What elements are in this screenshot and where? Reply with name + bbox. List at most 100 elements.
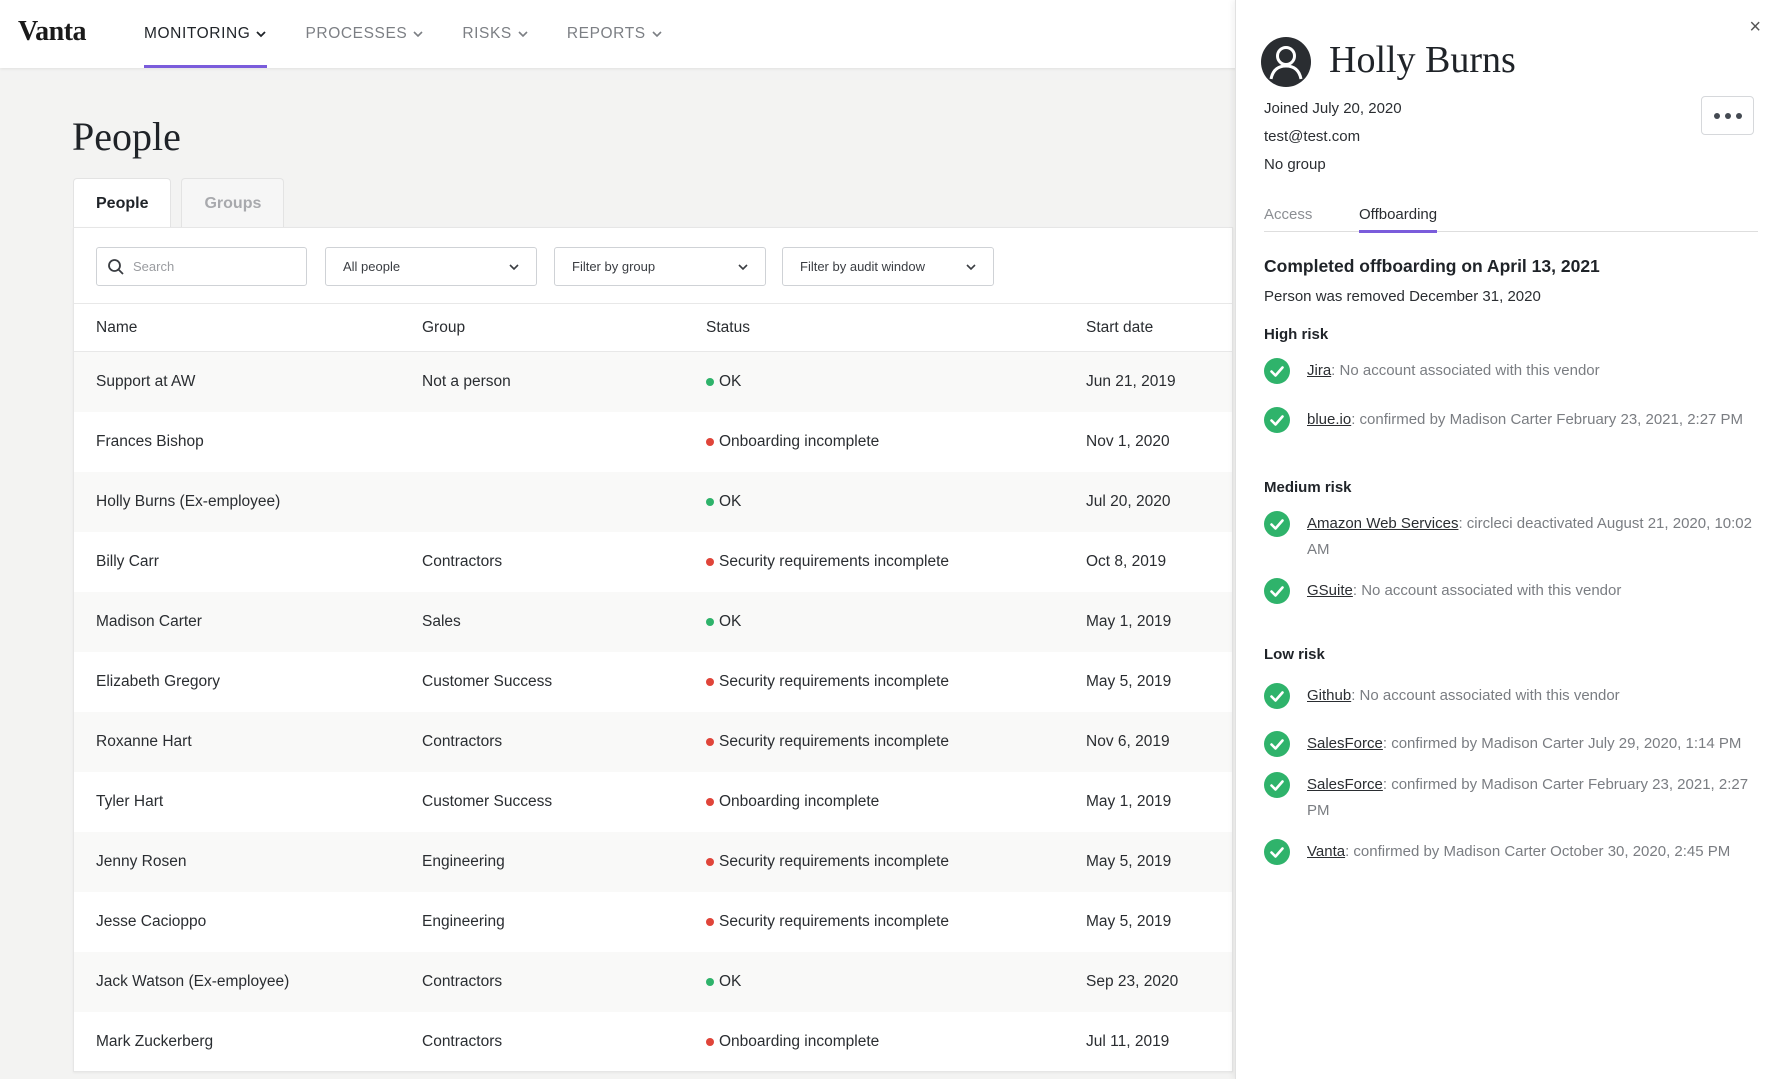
tab-people[interactable]: People — [73, 178, 172, 229]
audit-window-filter-select[interactable]: Filter by audit window — [782, 247, 994, 286]
offboarding-completed-heading: Completed offboarding on April 13, 2021 — [1264, 256, 1600, 276]
chevron-down-icon — [413, 31, 423, 38]
chevron-down-icon — [509, 263, 519, 270]
status-text: Onboarding incomplete — [719, 793, 880, 810]
nav-processes[interactable]: PROCESSES — [305, 0, 424, 68]
filter-bar: All people Filter by group Filter by aud… — [74, 228, 1232, 304]
cell-group: Contractors — [422, 733, 503, 750]
people-filter-select[interactable]: All people — [325, 247, 537, 286]
check-circle-icon — [1264, 772, 1290, 798]
status-dot-icon — [706, 678, 714, 686]
table-row[interactable]: Billy Carr Contractors Security requiremen… — [74, 532, 1232, 592]
cell-start-date: Jun 21, 2019 — [1086, 373, 1176, 390]
cell-start-date: May 5, 2019 — [1086, 913, 1172, 930]
cell-status: Security requirements incomplete — [706, 853, 949, 871]
tab-groups[interactable]: Groups — [181, 178, 285, 228]
table-row[interactable]: Holly Burns (Ex-employee) OK Jul 20, 2020 — [74, 472, 1232, 532]
search-input[interactable] — [133, 259, 293, 274]
dot — [1713, 112, 1720, 119]
search-box[interactable] — [96, 247, 307, 286]
table-row[interactable]: Jesse Cacioppo Engineering Security requir… — [74, 892, 1232, 952]
cell-status: Security requirements incomplete — [706, 553, 949, 571]
cell-start-date: May 5, 2019 — [1086, 673, 1172, 690]
page-tabs: People Groups — [73, 178, 294, 229]
vanta-logo[interactable]: Vanta — [18, 16, 87, 48]
check-circle-icon — [1264, 731, 1290, 757]
status-dot-icon — [706, 1038, 714, 1046]
cell-group: Engineering — [422, 853, 505, 870]
tab-offboarding[interactable]: Offboarding — [1359, 206, 1438, 233]
status-dot-icon — [706, 378, 714, 386]
status-dot-icon — [706, 978, 714, 986]
status-dot-icon — [706, 558, 714, 566]
table-row[interactable]: Support at AW Not a person OK Jun 21, 2019 — [74, 352, 1232, 412]
table-row[interactable]: Jack Watson (Ex-employee) Contractors OK Se… — [74, 952, 1232, 1012]
cell-status: Security requirements incomplete — [706, 733, 949, 751]
cell-name: Billy Carr — [96, 553, 159, 570]
column-header-name[interactable]: Name — [96, 319, 137, 337]
cell-start-date: Oct 8, 2019 — [1086, 553, 1167, 570]
table-row[interactable]: Frances Bishop Onboarding incomplete Nov 1… — [74, 412, 1232, 472]
status-text: Security requirements incomplete — [719, 913, 950, 930]
nav-risks-label: RISKS — [462, 25, 512, 42]
joined-date: Joined July 20, 2020 — [1264, 100, 1402, 117]
column-header-status[interactable]: Status — [706, 319, 750, 337]
check-circle-icon — [1264, 683, 1290, 709]
nav-risks[interactable]: RISKS — [462, 0, 529, 68]
nav-monitoring[interactable]: MONITORING — [144, 0, 268, 68]
vendor-item: Jira: No account associated with this ve… — [1264, 358, 1758, 384]
people-table-card: All people Filter by group Filter by aud… — [73, 227, 1233, 1072]
group-filter-select[interactable]: Filter by group — [554, 247, 766, 286]
audit-window-filter-value: Filter by audit window — [800, 259, 925, 274]
chevron-down-icon — [738, 263, 748, 270]
table-row[interactable]: Elizabeth Gregory Customer Success Securit… — [74, 652, 1232, 712]
table-row[interactable]: Tyler Hart Customer Success Onboarding inc… — [74, 772, 1232, 832]
cell-name: Madison Carter — [96, 613, 202, 630]
vendor-text: SalesForce: confirmed by Madison Carter … — [1307, 772, 1758, 824]
vendor-link[interactable]: SalesForce — [1307, 776, 1383, 793]
status-text: Onboarding incomplete — [719, 1033, 880, 1050]
vendor-link[interactable]: GSuite — [1307, 582, 1353, 599]
nav-reports[interactable]: REPORTS — [567, 0, 663, 68]
panel-tabs: Access Offboarding — [1264, 206, 1758, 233]
vendor-text: Vanta: confirmed by Madison Carter Octob… — [1307, 839, 1730, 865]
close-icon[interactable]: × — [1749, 16, 1761, 39]
column-header-group[interactable]: Group — [422, 319, 465, 337]
vendor-detail: : confirmed by Madison Carter July 29, 2… — [1382, 735, 1742, 752]
avatar-icon — [1261, 37, 1311, 87]
nav-reports-label: REPORTS — [566, 25, 646, 42]
check-circle-icon — [1264, 511, 1290, 537]
table-row[interactable]: Mark Zuckerberg Contractors Onboarding inc… — [74, 1012, 1232, 1072]
vendor-text: Github: No account associated with this … — [1307, 683, 1620, 709]
chevron-down-icon — [652, 31, 662, 38]
status-text: Onboarding incomplete — [719, 433, 880, 450]
risk-section-title: Medium risk — [1264, 479, 1352, 496]
vendor-detail: : No account associated with this vendor — [1351, 687, 1620, 704]
status-dot-icon — [706, 498, 714, 506]
cell-name: Roxanne Hart — [96, 733, 192, 750]
cell-status: Onboarding incomplete — [706, 433, 879, 451]
table-row[interactable]: Jenny Rosen Engineering Security requireme… — [74, 832, 1232, 892]
table-row[interactable]: Madison Carter Sales OK May 1, 2019 — [74, 592, 1232, 652]
tab-access[interactable]: Access — [1264, 206, 1312, 232]
status-dot-icon — [706, 618, 714, 626]
vendor-link[interactable]: blue.io — [1307, 411, 1351, 428]
person-email: test@test.com — [1264, 128, 1361, 145]
chevron-down-icon — [966, 263, 976, 270]
vendor-link[interactable]: Jira — [1307, 362, 1331, 379]
vendor-link[interactable]: Vanta — [1307, 843, 1345, 860]
cell-group: Sales — [422, 613, 461, 630]
vendor-link[interactable]: Amazon Web Services — [1307, 515, 1458, 532]
cell-start-date: May 5, 2019 — [1086, 853, 1172, 870]
table-row[interactable]: Roxanne Hart Contractors Security requirem… — [74, 712, 1232, 772]
cell-name: Jesse Cacioppo — [96, 913, 207, 930]
cell-status: OK — [706, 613, 741, 631]
cell-start-date: May 1, 2019 — [1086, 793, 1172, 810]
table-header: Name Group Status Start date — [74, 304, 1232, 352]
vendor-link[interactable]: SalesForce — [1307, 735, 1383, 752]
more-options-button[interactable] — [1701, 96, 1754, 135]
vendor-text: Jira: No account associated with this ve… — [1307, 358, 1600, 384]
vendor-link[interactable]: Github — [1307, 687, 1351, 704]
column-header-start-date[interactable]: Start date — [1086, 319, 1153, 337]
cell-name: Jenny Rosen — [96, 853, 187, 870]
